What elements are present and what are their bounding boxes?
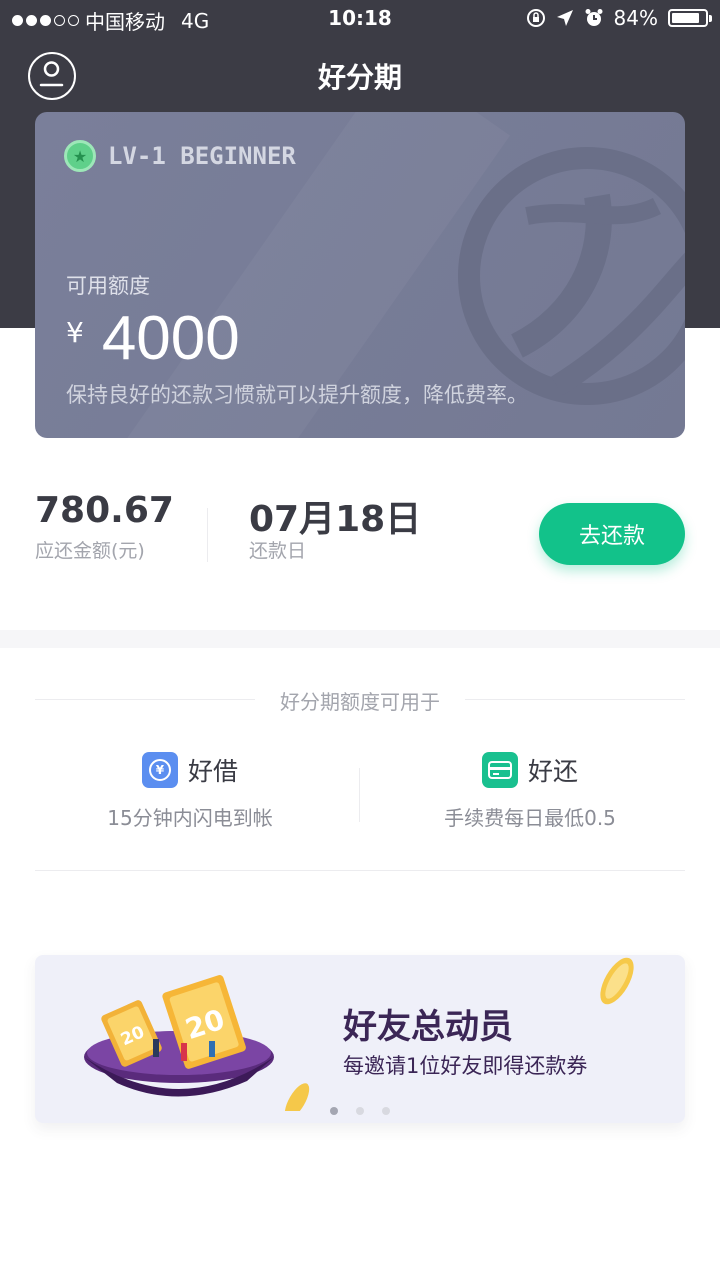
divider — [465, 699, 685, 700]
promo-banner[interactable]: 20 20 好友总动员 每邀请1位好友即得还款券 — [35, 955, 685, 1123]
card-glyph — [487, 761, 512, 779]
card-icon — [481, 752, 518, 788]
amount-value: 4000 — [101, 304, 240, 373]
divider — [35, 870, 685, 871]
due-amount-value: 780.67 — [35, 490, 174, 531]
due-amount-label: 应还金额(元) — [35, 540, 145, 562]
usage-title: 好分期额度可用于 — [280, 690, 440, 714]
usage-title-row: 好分期额度可用于 — [35, 686, 685, 714]
available-amount: ¥ 4000 — [66, 308, 240, 370]
usage-item-desc: 手续费每日最低0.5 — [444, 806, 616, 830]
banner-title: 好友总动员 — [343, 1007, 513, 1047]
carousel-dot[interactable] — [330, 1107, 338, 1115]
page-title: 好分期 — [317, 61, 402, 94]
credit-limit-card[interactable]: ★ LV-1 BEGINNER 可用额度 ¥ 4000 保持良好的还款习惯就可以… — [35, 112, 685, 438]
status-right: 84% — [526, 6, 712, 30]
battery-percent: 84% — [613, 6, 658, 30]
battery-fill — [672, 13, 699, 23]
carousel-dot[interactable] — [382, 1107, 390, 1115]
nav-bar: 好分期 — [0, 38, 720, 110]
alarm-clock-icon — [585, 9, 603, 26]
divider — [207, 508, 208, 562]
banner-subtitle: 每邀请1位好友即得还款券 — [343, 1054, 588, 1078]
rotation-lock-icon — [526, 9, 545, 27]
yen-icon: ¥ — [141, 752, 178, 788]
usage-item-repay[interactable]: 好还 手续费每日最低0.5 — [360, 752, 700, 831]
star-badge-icon: ★ — [64, 140, 96, 172]
due-date-value: 07月18日 — [249, 499, 422, 540]
repayment-section: 780.67 应还金额(元) 07月18日 还款日 去还款 — [0, 470, 720, 600]
usage-item-name: 好借 — [187, 757, 238, 786]
card-hint-text: 保持良好的还款习惯就可以提升额度，降低费率。 — [66, 383, 528, 407]
card-emblem-icon — [458, 147, 685, 405]
level-text: LV-1 BEGINNER — [108, 142, 296, 170]
repay-button[interactable]: 去还款 — [539, 503, 685, 565]
status-bar: 中国移动 4G 10:18 84% — [0, 0, 720, 38]
level-badge: ★ LV-1 BEGINNER — [64, 140, 296, 172]
carousel-dot[interactable] — [356, 1107, 364, 1115]
carousel-indicator — [35, 1107, 685, 1115]
usage-item-desc: 15分钟内闪电到帐 — [107, 806, 273, 830]
yen-glyph: ¥ — [148, 759, 171, 781]
floating-island-illustration: 20 20 — [84, 975, 310, 1111]
gold-coin-icon — [600, 957, 634, 1005]
available-limit-label: 可用额度 — [66, 274, 150, 298]
currency-symbol: ¥ — [66, 316, 84, 349]
section-separator — [0, 630, 720, 648]
battery-icon — [668, 9, 712, 27]
location-arrow-icon — [556, 10, 573, 26]
usage-item-loan[interactable]: ¥ 好借 15分钟内闪电到帐 — [20, 752, 360, 831]
usage-item-name: 好还 — [527, 757, 578, 786]
due-date-label: 还款日 — [249, 540, 307, 562]
